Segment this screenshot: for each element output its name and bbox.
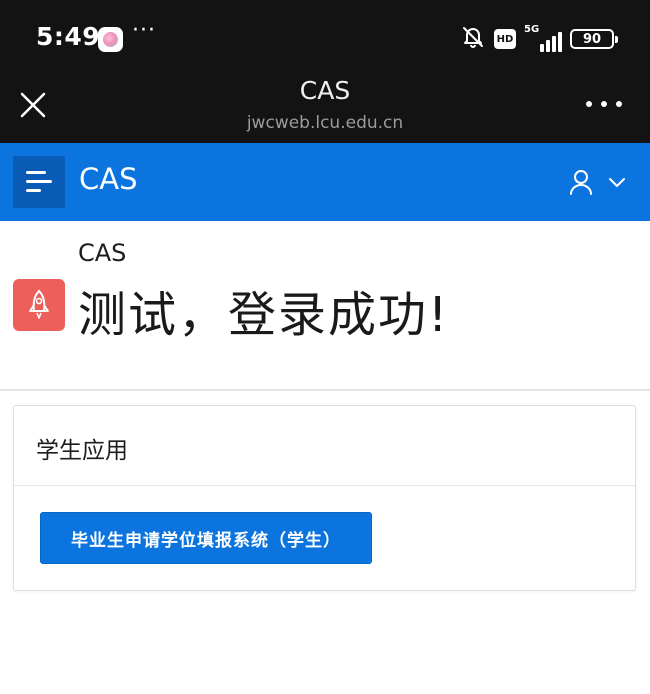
app-brand[interactable]: CAS	[79, 162, 138, 196]
battery-icon: 90	[570, 29, 618, 49]
more-dots-icon[interactable]	[586, 96, 622, 112]
chevron-down-icon	[609, 178, 625, 187]
status-time: 5:49	[36, 22, 101, 51]
app-logo-icon	[98, 27, 123, 52]
signal-icon: 5G	[524, 24, 562, 52]
user-icon	[570, 170, 592, 195]
welcome-app-label: CAS	[78, 239, 127, 267]
app-header: CAS	[0, 143, 650, 221]
page-title: CAS	[299, 76, 351, 105]
hd-badge: HD	[494, 29, 516, 49]
panel-header: 学生应用	[14, 406, 635, 486]
rocket-icon	[13, 279, 65, 331]
network-type-label: 5G	[524, 24, 540, 35]
battery-level: 90	[582, 31, 602, 47]
bell-off-icon	[460, 24, 486, 54]
degree-application-button[interactable]: 毕业生申请学位填报系统（学生）	[40, 512, 372, 564]
status-more-indicator: ···	[132, 18, 156, 43]
status-icons: HD 5G 90	[460, 24, 618, 54]
panel-title: 学生应用	[36, 438, 128, 464]
menu-icon[interactable]	[13, 156, 65, 208]
student-apps-panel: 学生应用 毕业生申请学位填报系统（学生）	[13, 405, 636, 591]
welcome-heading: 测试，登录成功!	[78, 287, 450, 343]
browser-title-bar: CAS jwcweb.lcu.edu.cn	[0, 72, 650, 143]
welcome-section: CAS 测试，登录成功!	[0, 221, 650, 391]
user-menu[interactable]	[570, 169, 628, 197]
page-domain: jwcweb.lcu.edu.cn	[246, 113, 404, 133]
status-bar: 5:49 ··· HD 5G 90	[0, 0, 650, 72]
